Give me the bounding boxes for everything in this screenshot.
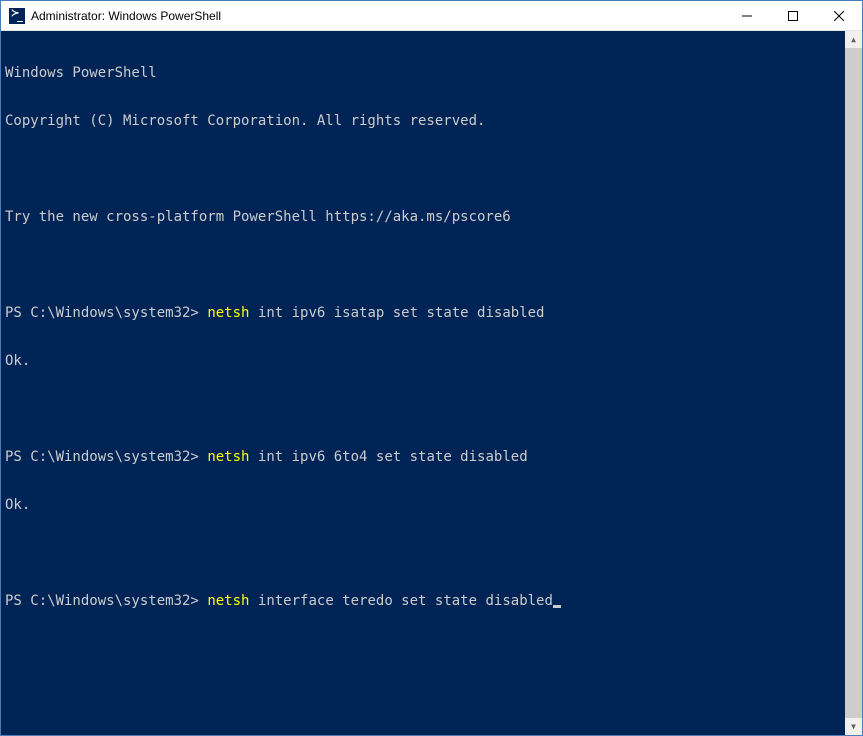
prompt: PS C:\Windows\system32> <box>5 593 199 609</box>
result-line: Ok. <box>5 497 862 513</box>
cmd-args: int ipv6 isatap set state disabled <box>249 305 544 321</box>
maximize-button[interactable] <box>770 1 816 30</box>
cmd-keyword: netsh <box>207 593 249 609</box>
window-titlebar: Administrator: Windows PowerShell <box>1 1 862 31</box>
scroll-up-arrow[interactable]: ▲ <box>845 31 862 48</box>
blank-line <box>5 257 862 273</box>
scroll-down-arrow[interactable]: ▼ <box>845 718 862 735</box>
cursor <box>553 605 561 608</box>
current-command-line: PS C:\Windows\system32> netsh interface … <box>5 593 862 609</box>
scrollbar-track[interactable] <box>845 48 862 718</box>
prompt: PS C:\Windows\system32> <box>5 449 199 465</box>
command-line-1: PS C:\Windows\system32> netsh int ipv6 i… <box>5 305 862 321</box>
powershell-icon <box>9 8 25 24</box>
cmd-keyword: netsh <box>207 449 249 465</box>
terminal-area[interactable]: Windows PowerShell Copyright (C) Microso… <box>1 31 862 735</box>
cmd-args: int ipv6 6to4 set state disabled <box>249 449 527 465</box>
window-title: Administrator: Windows PowerShell <box>31 9 724 23</box>
blank-line <box>5 401 862 417</box>
cmd-args: interface teredo set state disabled <box>249 593 552 609</box>
header-line: Windows PowerShell <box>5 65 862 81</box>
window-controls <box>724 1 862 30</box>
minimize-button[interactable] <box>724 1 770 30</box>
command-line-2: PS C:\Windows\system32> netsh int ipv6 6… <box>5 449 862 465</box>
result-line: Ok. <box>5 353 862 369</box>
copyright-line: Copyright (C) Microsoft Corporation. All… <box>5 113 862 129</box>
blank-line <box>5 545 862 561</box>
cmd-keyword: netsh <box>207 305 249 321</box>
terminal-content: Windows PowerShell Copyright (C) Microso… <box>5 33 862 641</box>
vertical-scrollbar[interactable]: ▲ ▼ <box>845 31 862 735</box>
scrollbar-thumb[interactable] <box>845 48 862 718</box>
close-button[interactable] <box>816 1 862 30</box>
try-message: Try the new cross-platform PowerShell ht… <box>5 209 862 225</box>
blank-line <box>5 161 862 177</box>
prompt: PS C:\Windows\system32> <box>5 305 199 321</box>
